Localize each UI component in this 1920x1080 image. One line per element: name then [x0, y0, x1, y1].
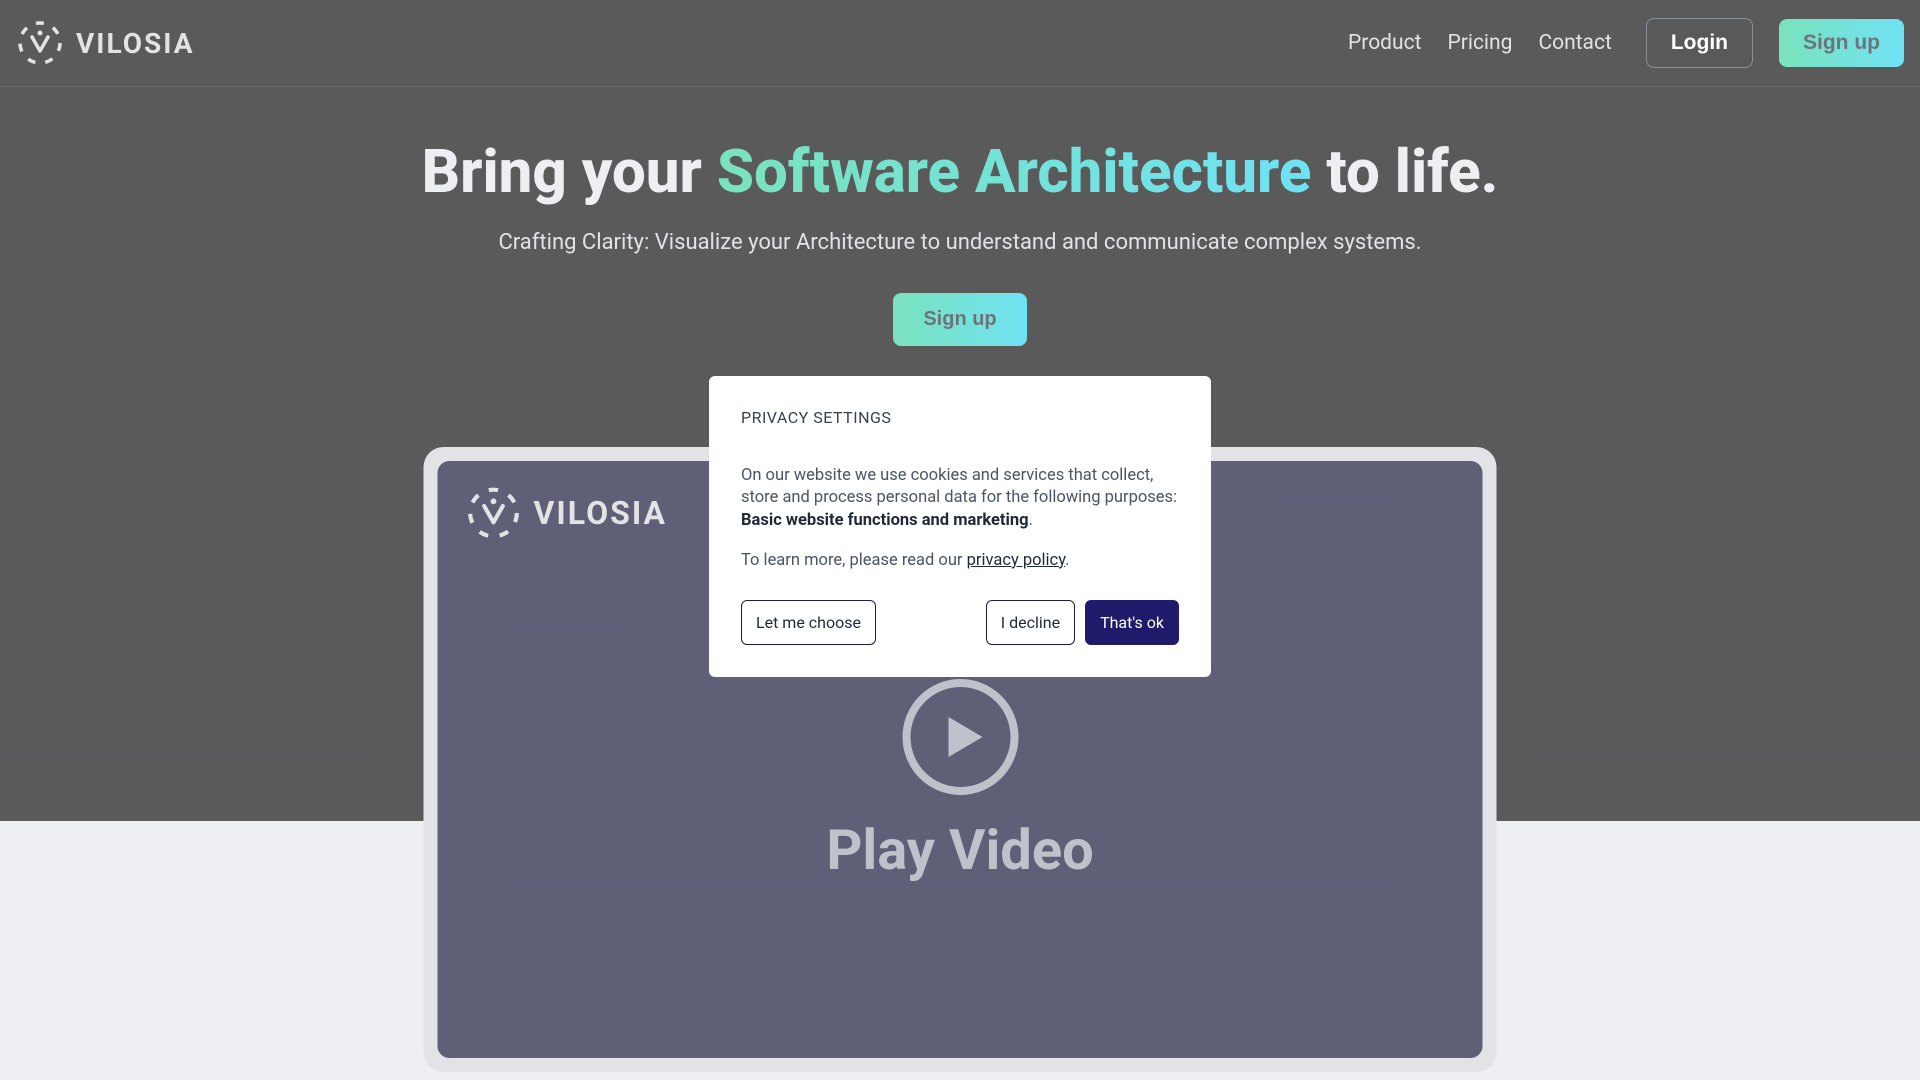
let-me-choose-button[interactable]: Let me choose [741, 600, 876, 645]
modal-overlay: PRIVACY SETTINGS On our website we use c… [0, 0, 1920, 1080]
modal-text-span: . [1065, 551, 1069, 570]
modal-paragraph-2: To learn more, please read our privacy p… [741, 550, 1179, 572]
privacy-settings-modal: PRIVACY SETTINGS On our website we use c… [709, 376, 1211, 677]
modal-paragraph-1: On our website we use cookies and servic… [741, 465, 1179, 532]
privacy-policy-link[interactable]: privacy policy [967, 551, 1066, 570]
modal-text-span: To learn more, please read our [741, 551, 967, 570]
ok-button[interactable]: That's ok [1085, 600, 1179, 645]
modal-buttons-right: I decline That's ok [986, 600, 1179, 645]
modal-text-span: . [1029, 511, 1033, 530]
decline-button[interactable]: I decline [986, 600, 1075, 645]
modal-text-span: On our website we use cookies and servic… [741, 466, 1177, 507]
modal-title: PRIVACY SETTINGS [741, 408, 1179, 427]
modal-button-row: Let me choose I decline That's ok [741, 600, 1179, 645]
modal-purposes-strong: Basic website functions and marketing [741, 511, 1029, 530]
